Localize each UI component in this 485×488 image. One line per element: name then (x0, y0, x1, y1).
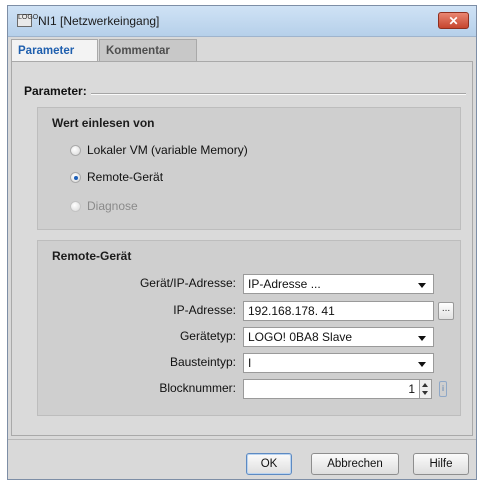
cancel-button[interactable]: Abbrechen (311, 453, 399, 475)
parameter-section-title: Parameter: (24, 84, 87, 98)
tab-parameter[interactable]: Parameter (11, 39, 98, 62)
block-number-input[interactable]: 1 (243, 379, 420, 399)
footer-divider (8, 439, 476, 440)
arrow-down-icon[interactable] (422, 391, 428, 395)
radio-button-indicator[interactable] (70, 201, 81, 212)
arrow-up-icon[interactable] (422, 383, 428, 387)
chevron-down-icon (418, 362, 426, 367)
chevron-down-icon (418, 336, 426, 341)
radio-label: Remote-Gerät (87, 170, 164, 184)
help-button[interactable]: Hilfe (413, 453, 469, 475)
ok-button[interactable]: OK (246, 453, 292, 475)
read-from-title: Wert einlesen von (52, 116, 155, 130)
block-number-label: Blocknummer: (159, 381, 236, 395)
block-type-label: Bausteintyp: (169, 355, 236, 369)
device-ip-dropdown[interactable]: IP-Adresse ... (243, 274, 434, 294)
block-type-value: I (248, 356, 252, 370)
browse-button[interactable]: ... (438, 302, 454, 320)
info-icon[interactable]: i (439, 381, 447, 397)
section-divider (91, 93, 466, 95)
close-button[interactable]: ✕ (438, 12, 469, 29)
logo-app-icon: LOGO (17, 14, 38, 27)
remote-device-title: Remote-Gerät (52, 249, 132, 263)
block-number-stepper[interactable] (420, 379, 432, 399)
radio-button-indicator[interactable] (70, 145, 81, 156)
radio-button-indicator[interactable] (70, 172, 81, 183)
title-bar: LOGO NI1 [Netzwerkeingang] ✕ (8, 6, 476, 37)
device-ip-label: Gerät/IP-Adresse: (139, 276, 236, 290)
radio-label: Diagnose (87, 199, 138, 213)
device-type-dropdown[interactable]: LOGO! 0BA8 Slave (243, 327, 434, 347)
device-ip-value: IP-Adresse ... (248, 277, 321, 291)
ip-address-input[interactable]: 192.168.178. 41 (243, 301, 434, 321)
block-type-dropdown[interactable]: I (243, 353, 434, 373)
ip-address-label: IP-Adresse: (173, 303, 236, 317)
dialog-window: LOGO NI1 [Netzwerkeingang] ✕ Parameter K… (7, 5, 477, 480)
window-title: NI1 [Netzwerkeingang] (38, 14, 160, 28)
tab-kommentar[interactable]: Kommentar (99, 39, 197, 62)
chevron-down-icon (418, 283, 426, 288)
device-type-label: Gerätetyp: (179, 329, 236, 343)
device-type-value: LOGO! 0BA8 Slave (248, 330, 353, 344)
radio-label: Lokaler VM (variable Memory) (87, 143, 248, 157)
